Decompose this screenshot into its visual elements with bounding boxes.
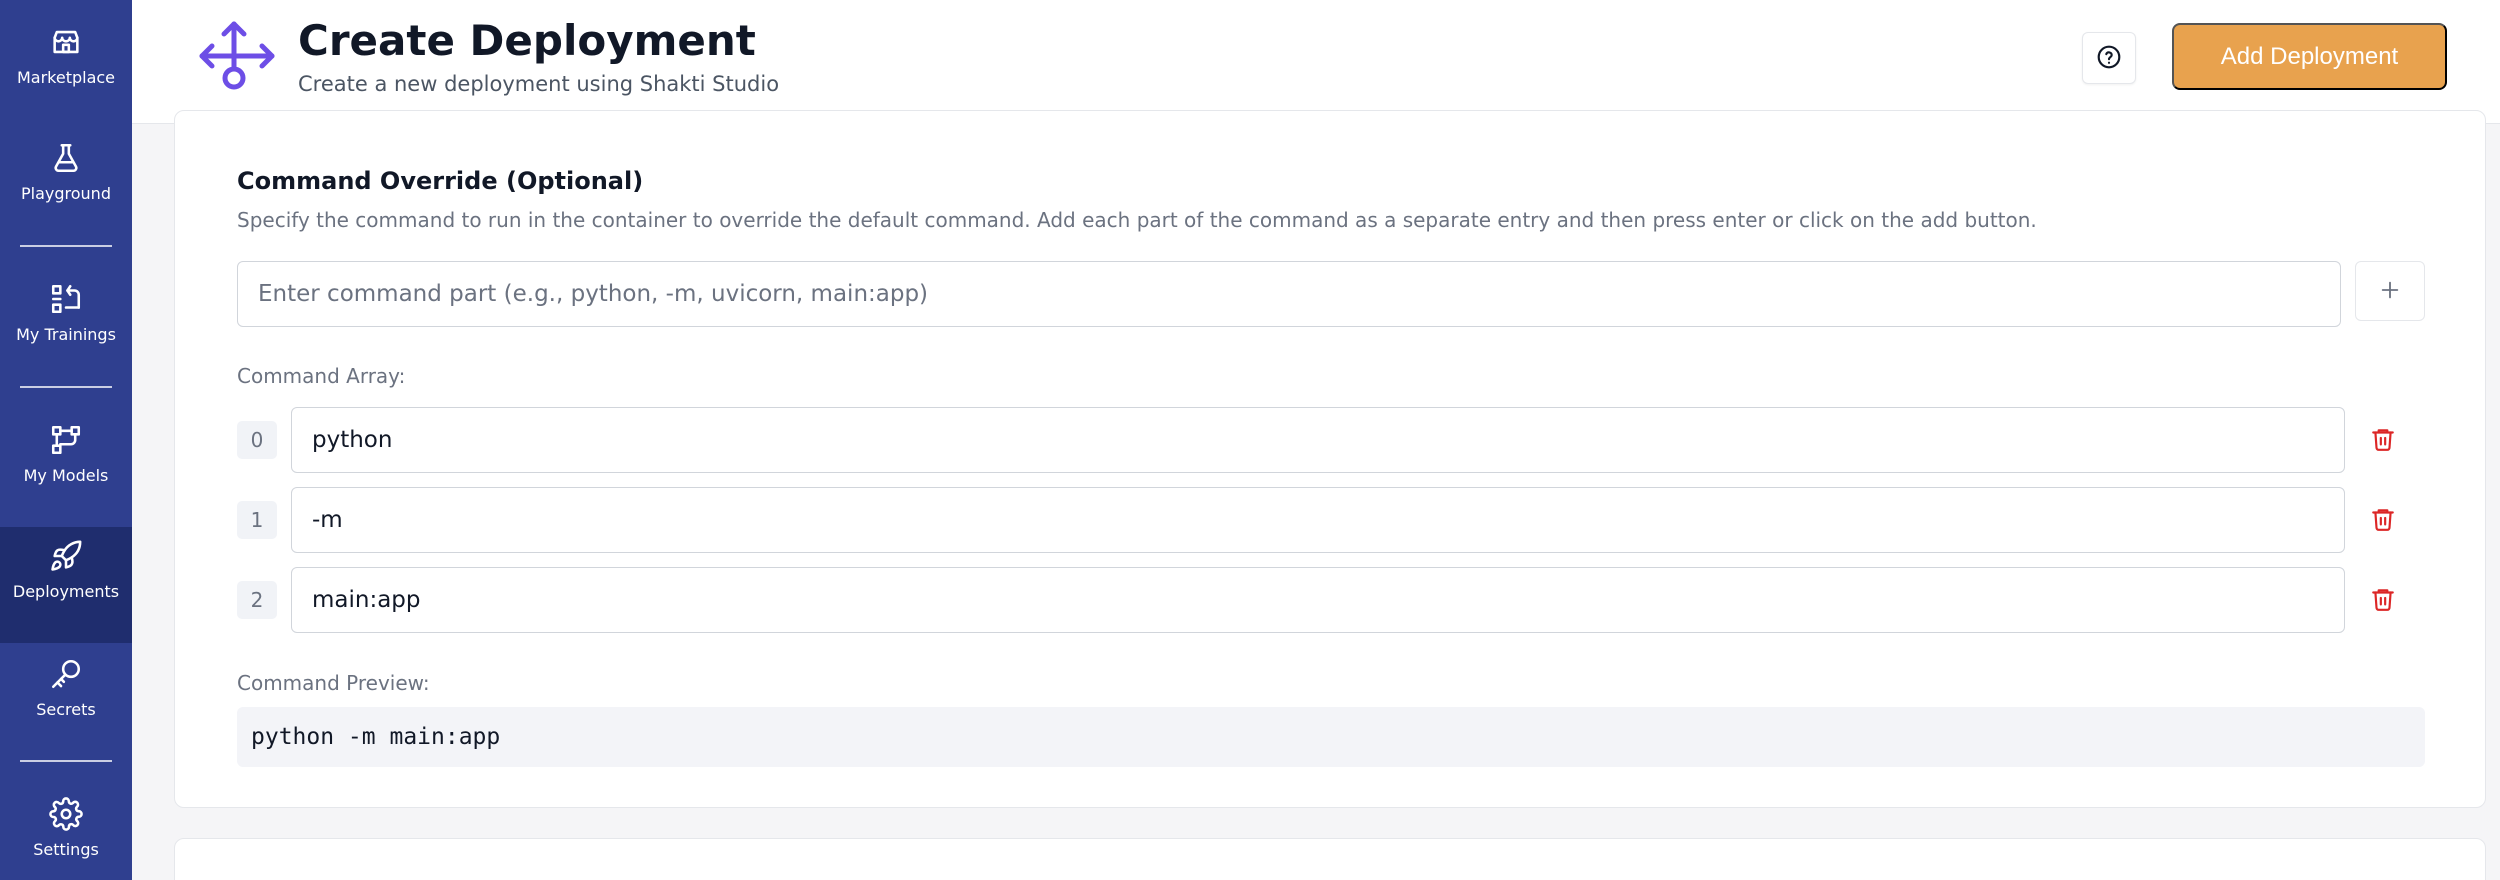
command-array-value-input[interactable] [291,487,2345,553]
sidebar-item-marketplace[interactable]: Marketplace [0,24,132,87]
command-array-row: 2 [237,567,2487,633]
plus-icon [2379,279,2401,304]
sidebar-item-deployments[interactable]: Deployments [0,527,132,643]
sidebar-item-label: My Models [23,466,109,485]
command-array-value-input[interactable] [291,567,2345,633]
add-command-part-button[interactable] [2355,261,2425,321]
sidebar-item-label: Deployments [12,582,120,601]
next-section-card [174,838,2486,880]
sidebar: Marketplace Playground My Trainings My M… [0,0,132,880]
sidebar-item-label: My Trainings [16,325,116,344]
command-override-card: Command Override (Optional) Specify the … [174,110,2486,808]
delete-command-part-button[interactable] [2365,583,2401,619]
page-title: Create Deployment [298,16,756,65]
command-array-index: 2 [237,581,277,619]
gear-icon [48,796,84,832]
command-array-index: 0 [237,421,277,459]
command-array-row: 0 [237,407,2487,473]
command-preview: python -m main:app [237,707,2425,767]
rocket-icon [48,538,84,574]
trash-icon [2370,426,2396,456]
sidebar-item-label: Playground [21,184,111,203]
store-icon [48,24,84,60]
add-deployment-button[interactable]: Add Deployment [2172,23,2447,90]
sidebar-divider [20,760,112,762]
delete-command-part-button[interactable] [2365,423,2401,459]
command-array-value-input[interactable] [291,407,2345,473]
command-array-index: 1 [237,501,277,539]
command-array-label: Command Array: [237,364,406,388]
trainings-icon [48,281,84,317]
command-preview-label: Command Preview: [237,671,430,695]
command-array-row: 1 [237,487,2487,553]
sidebar-item-secrets[interactable]: Secrets [0,656,132,719]
deploy-arrows-icon [196,16,280,100]
page-header: Create Deployment Create a new deploymen… [132,0,2500,124]
trash-icon [2370,586,2396,616]
section-description: Specify the command to run in the contai… [237,208,2037,232]
question-circle-icon [2096,44,2122,73]
sidebar-divider [20,386,112,388]
models-icon [48,422,84,458]
sidebar-item-label: Marketplace [16,68,116,87]
sidebar-item-my-models[interactable]: My Models [0,422,132,485]
sidebar-divider [20,245,112,247]
delete-command-part-button[interactable] [2365,503,2401,539]
key-icon [48,656,84,692]
sidebar-item-my-trainings[interactable]: My Trainings [0,281,132,344]
sidebar-item-label: Settings [33,840,99,859]
sidebar-item-settings[interactable]: Settings [0,796,132,859]
page-subtitle: Create a new deployment using Shakti Stu… [298,72,780,96]
sidebar-item-playground[interactable]: Playground [0,140,132,203]
help-button[interactable] [2082,32,2136,84]
trash-icon [2370,506,2396,536]
sidebar-item-label: Secrets [36,700,96,719]
flask-icon [48,140,84,176]
command-part-input[interactable] [237,261,2341,327]
section-title: Command Override (Optional) [237,167,644,195]
